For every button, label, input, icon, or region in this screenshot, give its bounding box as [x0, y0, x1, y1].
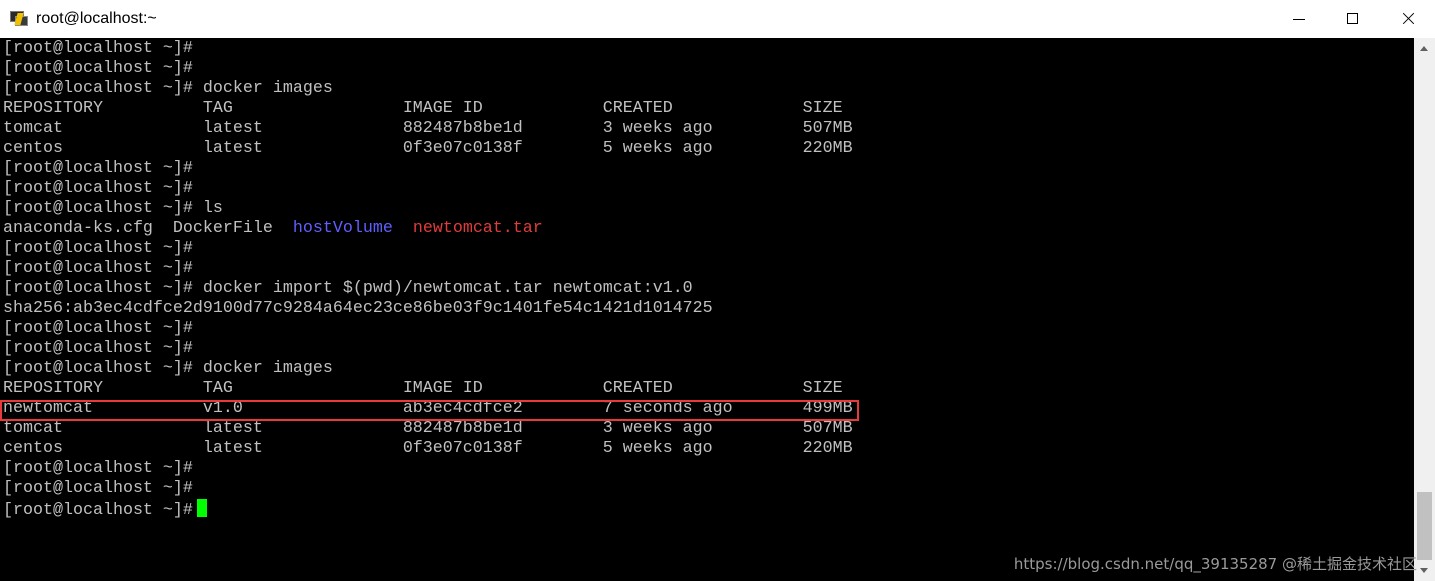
- terminal-text: [root@localhost ~]#: [3, 459, 193, 478]
- terminal-text: anaconda-ks.cfg DockerFile: [3, 219, 293, 238]
- terminal-line: [root@localhost ~]#: [3, 259, 853, 279]
- terminal-line: REPOSITORY TAG IMAGE ID CREATED SIZE: [3, 379, 853, 399]
- terminal-line: [root@localhost ~]#: [3, 459, 853, 479]
- terminal-line: tomcat latest 882487b8be1d 3 weeks ago 5…: [3, 419, 853, 439]
- terminal-text: [root@localhost ~]#: [3, 339, 193, 358]
- terminal-line: [root@localhost ~]#: [3, 239, 853, 259]
- directory-entry: hostVolume: [292, 219, 393, 238]
- scroll-up-arrow-icon[interactable]: [1414, 38, 1435, 59]
- terminal-line: centos latest 0f3e07c0138f 5 weeks ago 2…: [3, 139, 853, 159]
- terminal-line: newtomcat v1.0 ab3ec4cdfce2 7 seconds ag…: [3, 399, 853, 419]
- terminal-text: [root@localhost ~]# docker images: [3, 359, 333, 378]
- archive-file-entry: newtomcat.tar: [412, 219, 543, 238]
- terminal-text: [root@localhost ~]# docker import $(pwd)…: [3, 279, 693, 298]
- terminal-line: [root@localhost ~]#: [3, 159, 853, 179]
- terminal-text: [root@localhost ~]#: [3, 59, 193, 78]
- text-cursor: [196, 499, 207, 517]
- terminal-text: REPOSITORY TAG IMAGE ID CREATED SIZE: [3, 99, 843, 118]
- close-icon[interactable]: [1381, 0, 1435, 38]
- terminal-line: [root@localhost ~]# ls: [3, 199, 853, 219]
- terminal-line: anaconda-ks.cfg DockerFile hostVolume ne…: [3, 219, 853, 239]
- terminal-text: [root@localhost ~]#: [3, 239, 193, 258]
- scrollbar-thumb[interactable]: [1417, 492, 1432, 560]
- terminal-line: [root@localhost ~]# docker images: [3, 79, 853, 99]
- terminal-line: [root@localhost ~]#: [3, 179, 853, 199]
- terminal-text: [root@localhost ~]#: [3, 319, 193, 338]
- maximize-icon[interactable]: [1327, 0, 1381, 38]
- terminal-line: [root@localhost ~]#: [3, 59, 853, 79]
- terminal-text: centos latest 0f3e07c0138f 5 weeks ago 2…: [3, 139, 853, 158]
- terminal-line: REPOSITORY TAG IMAGE ID CREATED SIZE: [3, 99, 853, 119]
- terminal-text: tomcat latest 882487b8be1d 3 weeks ago 5…: [3, 119, 853, 138]
- terminal-line: [root@localhost ~]#: [3, 499, 853, 520]
- vertical-scrollbar[interactable]: [1414, 38, 1435, 581]
- title-bar: root@localhost:~: [0, 0, 1435, 38]
- terminal-text: [root@localhost ~]#: [3, 479, 193, 498]
- terminal-line: centos latest 0f3e07c0138f 5 weeks ago 2…: [3, 439, 853, 459]
- terminal-line: [root@localhost ~]#: [3, 39, 853, 59]
- terminal-text: [root@localhost ~]#: [3, 159, 193, 178]
- terminal-text: tomcat latest 882487b8be1d 3 weeks ago 5…: [3, 419, 853, 438]
- terminal-text: newtomcat v1.0 ab3ec4cdfce2 7 seconds ag…: [3, 399, 853, 418]
- terminal-lines: [root@localhost ~]# [root@localhost ~]# [r…: [3, 39, 853, 520]
- minimize-icon[interactable]: [1273, 0, 1327, 38]
- terminal-text: [root@localhost ~]#: [3, 259, 193, 278]
- terminal-text: [root@localhost ~]# ls: [3, 199, 223, 218]
- window-title: root@localhost:~: [36, 10, 157, 27]
- terminal-line: [root@localhost ~]# docker images: [3, 359, 853, 379]
- terminal-line: [root@localhost ~]#: [3, 479, 853, 499]
- terminal-text: [root@localhost ~]#: [3, 501, 193, 520]
- terminal-text: [root@localhost ~]#: [3, 39, 193, 58]
- terminal-line: tomcat latest 882487b8be1d 3 weeks ago 5…: [3, 119, 853, 139]
- putty-icon[interactable]: [10, 10, 28, 28]
- terminal-line: [root@localhost ~]#: [3, 339, 853, 359]
- scroll-down-arrow-icon[interactable]: [1414, 560, 1435, 581]
- terminal-line: [root@localhost ~]# docker import $(pwd)…: [3, 279, 853, 299]
- terminal-text: REPOSITORY TAG IMAGE ID CREATED SIZE: [3, 379, 843, 398]
- terminal-line: [root@localhost ~]#: [3, 319, 853, 339]
- terminal-text: sha256:ab3ec4cdfce2d9100d77c9284a64ec23c…: [3, 299, 713, 318]
- terminal-text: [root@localhost ~]# docker images: [3, 79, 333, 98]
- watermark: https://blog.csdn.net/qq_39135287 @稀土掘金技…: [1013, 555, 1417, 573]
- terminal-output[interactable]: [root@localhost ~]# [root@localhost ~]# [r…: [0, 38, 1414, 581]
- terminal-text: [root@localhost ~]#: [3, 179, 193, 198]
- terminal-text: centos latest 0f3e07c0138f 5 weeks ago 2…: [3, 439, 853, 458]
- window-controls: [1273, 0, 1435, 38]
- terminal-line: sha256:ab3ec4cdfce2d9100d77c9284a64ec23c…: [3, 299, 853, 319]
